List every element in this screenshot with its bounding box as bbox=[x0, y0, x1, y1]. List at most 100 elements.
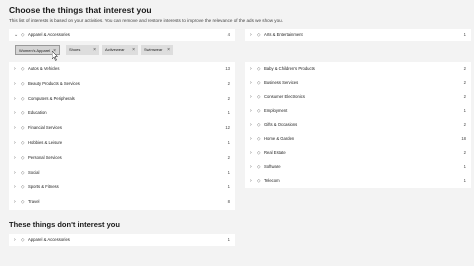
item-label: Education bbox=[28, 110, 47, 116]
chevron-right-icon[interactable]: › bbox=[250, 174, 252, 188]
chip-label: Shoes bbox=[69, 47, 81, 52]
item-label: Beauty Products & Services bbox=[28, 80, 80, 86]
chevron-right-icon[interactable]: › bbox=[250, 29, 252, 41]
chevron-right-icon[interactable]: › bbox=[14, 136, 16, 151]
chevron-right-icon[interactable]: › bbox=[14, 92, 16, 107]
section-title-not-interested: These things don't interest you bbox=[9, 220, 120, 229]
item-count: 1 bbox=[227, 184, 230, 190]
item-label: Home & Garden bbox=[264, 136, 295, 141]
chevron-right-icon[interactable]: › bbox=[250, 118, 252, 132]
list-item[interactable]: › ◇ Software 1 bbox=[245, 160, 471, 174]
item-count: 1 bbox=[227, 169, 230, 175]
removed-category-panel: › ◇ Apparel & Accessories 1 bbox=[9, 234, 235, 246]
item-count: 1 bbox=[463, 178, 466, 183]
list-item[interactable]: › ◇ Financial Services 12 bbox=[9, 121, 235, 136]
interest-row-arts: › ◇ Arts & Entertainment 1 bbox=[245, 29, 471, 41]
list-item[interactable]: › ◇ Gifts & Occasions 2 bbox=[245, 118, 471, 132]
item-count: 2 bbox=[227, 95, 230, 101]
list-item[interactable]: › ◇ Employment 1 bbox=[245, 104, 471, 118]
chevron-right-icon[interactable]: › bbox=[14, 106, 16, 121]
list-item[interactable]: › ◇ Computers & Peripherals 2 bbox=[9, 92, 235, 107]
item-count: 1 bbox=[463, 32, 466, 37]
item-label: Travel bbox=[28, 199, 40, 205]
list-item[interactable]: › ◇ Autos & Vehicles 13 bbox=[9, 62, 235, 77]
tag-icon: ◇ bbox=[257, 178, 261, 183]
item-label: Financial Services bbox=[28, 125, 62, 131]
category-count: 4 bbox=[227, 32, 230, 37]
list-item[interactable]: › ◇ Telecom 1 bbox=[245, 174, 471, 188]
category-count: 1 bbox=[227, 237, 230, 242]
list-item[interactable]: › ◇ Social 1 bbox=[9, 166, 235, 181]
item-label: Software bbox=[264, 164, 281, 169]
page-title: Choose the things that interest you bbox=[9, 5, 152, 15]
close-icon[interactable]: × bbox=[167, 45, 170, 55]
chevron-right-icon[interactable]: › bbox=[14, 62, 16, 77]
item-count: 2 bbox=[463, 122, 466, 127]
list-item[interactable]: › ◇ Sports & Fitness 1 bbox=[9, 180, 235, 195]
chevron-down-icon[interactable]: ⌄ bbox=[14, 29, 18, 41]
chevron-right-icon[interactable]: › bbox=[14, 77, 16, 92]
item-count: 2 bbox=[227, 154, 230, 160]
item-count: 2 bbox=[463, 150, 466, 155]
chip-activewear[interactable]: Activewear × bbox=[102, 45, 138, 55]
item-count: 1 bbox=[463, 108, 466, 113]
chevron-right-icon[interactable]: › bbox=[14, 195, 16, 210]
chevron-right-icon[interactable]: › bbox=[14, 151, 16, 166]
chevron-right-icon[interactable]: › bbox=[14, 121, 16, 136]
item-count: 1 bbox=[227, 110, 230, 116]
item-label: Telecom bbox=[264, 178, 280, 183]
interest-list-right: › ◇ Baby & Children's Products 2 › ◇ Business … bbox=[245, 62, 471, 188]
item-label: Sports & Fitness bbox=[28, 184, 59, 190]
list-item[interactable]: › ◇ Hobbies & Leisure 1 bbox=[9, 136, 235, 151]
item-count: 2 bbox=[463, 66, 466, 71]
tag-icon: ◇ bbox=[21, 80, 25, 86]
category-label: Apparel & Accessories bbox=[28, 32, 70, 37]
tag-icon: ◇ bbox=[257, 80, 261, 85]
list-item[interactable]: › ◇ Home & Garden 18 bbox=[245, 132, 471, 146]
item-label: Personal Services bbox=[28, 154, 62, 160]
list-item[interactable]: › ◇ Baby & Children's Products 2 bbox=[245, 62, 471, 76]
item-count: 2 bbox=[227, 80, 230, 86]
list-item[interactable]: › ◇ Arts & Entertainment 1 bbox=[245, 29, 471, 41]
list-item[interactable]: › ◇ Travel 8 bbox=[9, 195, 235, 210]
tag-icon: ◇ bbox=[21, 32, 25, 37]
item-label: Social bbox=[28, 169, 40, 175]
list-item[interactable]: › ◇ Personal Services 2 bbox=[9, 151, 235, 166]
category-row-expanded[interactable]: ⌄ ◇ Apparel & Accessories 4 bbox=[9, 29, 235, 41]
chevron-right-icon[interactable]: › bbox=[250, 62, 252, 76]
item-label: Arts & Entertainment bbox=[264, 32, 303, 37]
chevron-right-icon[interactable]: › bbox=[14, 234, 16, 246]
item-count: 18 bbox=[461, 136, 466, 141]
chevron-right-icon[interactable]: › bbox=[250, 90, 252, 104]
category-row-removed[interactable]: › ◇ Apparel & Accessories 1 bbox=[9, 234, 235, 246]
item-label: Hobbies & Leisure bbox=[28, 139, 63, 145]
chevron-right-icon[interactable]: › bbox=[250, 104, 252, 118]
page-subtitle: This list of interests is based on your … bbox=[9, 18, 283, 23]
close-icon[interactable]: × bbox=[132, 45, 135, 55]
chip-shoes[interactable]: Shoes × bbox=[66, 45, 99, 55]
item-label: Real Estate bbox=[264, 150, 286, 155]
list-item[interactable]: › ◇ Real Estate 2 bbox=[245, 146, 471, 160]
list-item[interactable]: › ◇ Beauty Products & Services 2 bbox=[9, 77, 235, 92]
item-label: Autos & Vehicles bbox=[28, 66, 60, 71]
chip-label: Swimwear bbox=[144, 47, 163, 52]
tag-icon: ◇ bbox=[21, 139, 25, 145]
item-label: Gifts & Occasions bbox=[264, 122, 298, 127]
chevron-right-icon[interactable]: › bbox=[14, 166, 16, 181]
item-count: 2 bbox=[463, 94, 466, 99]
list-item[interactable]: › ◇ Consumer Electronics 2 bbox=[245, 90, 471, 104]
chevron-right-icon[interactable]: › bbox=[250, 146, 252, 160]
close-icon[interactable]: × bbox=[93, 45, 96, 55]
list-item[interactable]: › ◇ Education 1 bbox=[9, 106, 235, 121]
tag-icon: ◇ bbox=[21, 199, 25, 205]
chevron-right-icon[interactable]: › bbox=[14, 180, 16, 195]
chevron-right-icon[interactable]: › bbox=[250, 76, 252, 90]
item-label: Consumer Electronics bbox=[264, 94, 305, 99]
item-count: 13 bbox=[225, 66, 230, 71]
item-count: 12 bbox=[225, 125, 230, 131]
list-item[interactable]: › ◇ Business Services 2 bbox=[245, 76, 471, 90]
chip-swimwear[interactable]: Swimwear × bbox=[141, 45, 173, 55]
chip-label: Activewear bbox=[105, 47, 125, 52]
chevron-right-icon[interactable]: › bbox=[250, 160, 252, 174]
chevron-right-icon[interactable]: › bbox=[250, 132, 252, 146]
